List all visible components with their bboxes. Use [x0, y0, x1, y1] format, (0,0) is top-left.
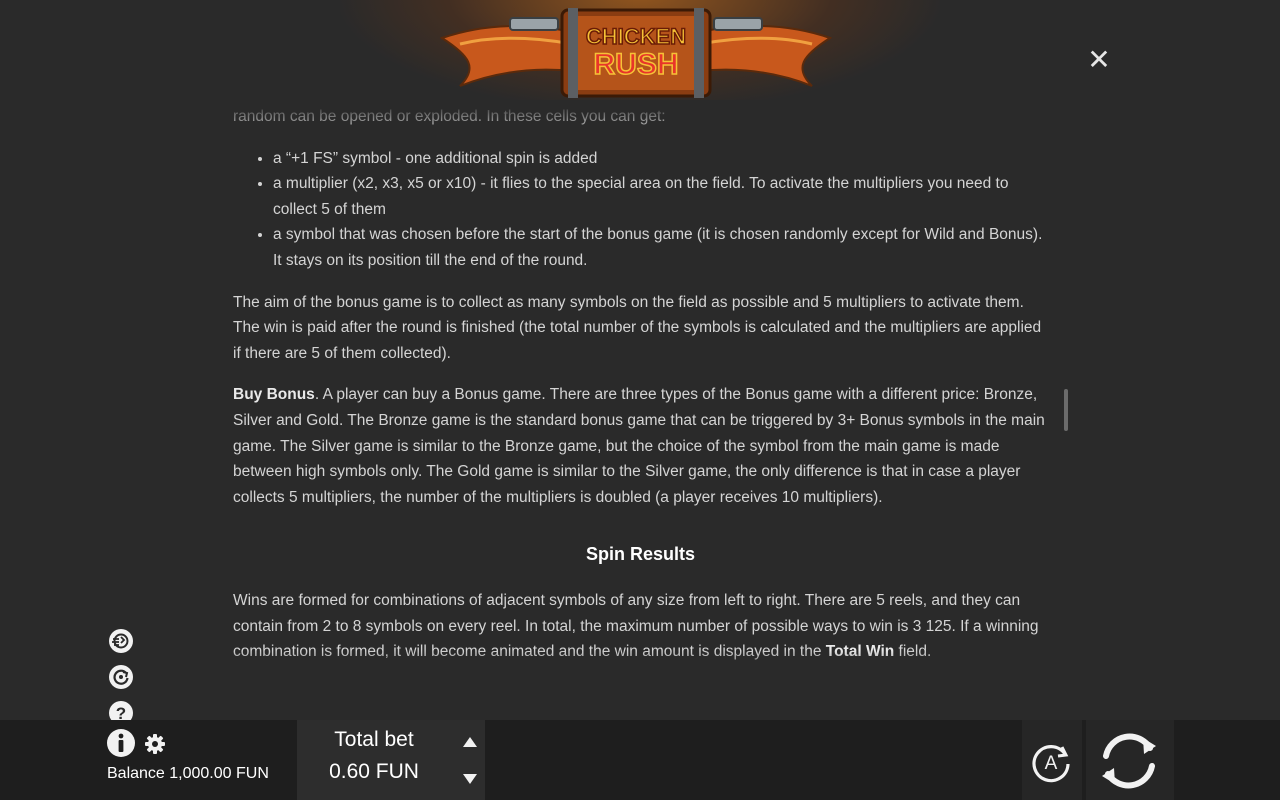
bonus-cells-list: a “+1 FS” symbol - one additional spin i…: [233, 146, 1048, 274]
arrow-down-icon: [463, 774, 477, 784]
intro-paragraph: random can be opened or exploded. In the…: [233, 108, 666, 125]
chicken-rush-logo: CHICKEN RUSH: [440, 8, 832, 98]
buy-bonus-text: . A player can buy a Bonus game. There a…: [233, 386, 1045, 506]
buy-bonus-title: Buy Bonus: [233, 386, 315, 404]
arrow-up-icon: [463, 737, 477, 747]
info-icon[interactable]: [106, 728, 136, 758]
bet-increase-button[interactable]: [456, 726, 484, 756]
list-item: a “+1 FS” symbol - one additional spin i…: [273, 146, 1048, 172]
spin-results-paragraph: Wins are formed for combinations of adja…: [233, 588, 1048, 665]
close-icon: ✕: [1087, 43, 1111, 76]
rules-content: random can be opened or exploded. In the…: [233, 104, 1048, 690]
autoplay-button[interactable]: A: [1027, 738, 1075, 786]
list-item: a multiplier (x2, x3, x5 or x10) - it fl…: [273, 171, 1048, 222]
list-item: a symbol that was chosen before the star…: [273, 222, 1048, 273]
scrollbar-thumb[interactable]: [1064, 389, 1068, 431]
gear-icon[interactable]: [144, 733, 166, 755]
autoplay-label: A: [1045, 753, 1058, 774]
logo-line2: RUSH: [593, 48, 678, 81]
spin-results-tail: field.: [894, 643, 932, 661]
bet-decrease-button[interactable]: [456, 765, 484, 795]
total-bet-label: Total bet: [334, 728, 414, 751]
total-win-label: Total Win: [825, 643, 895, 661]
total-bet-value: 0.60 FUN: [329, 760, 419, 783]
buy-bonus-paragraph: Buy Bonus. A player can buy a Bonus game…: [233, 382, 1048, 510]
turbo-spin-icon[interactable]: [108, 628, 134, 654]
close-button[interactable]: ✕: [1086, 46, 1112, 74]
aim-paragraph: The aim of the bonus game is to collect …: [233, 293, 1042, 362]
quick-spin-icon[interactable]: [108, 664, 134, 690]
logo-line1: CHICKEN: [586, 24, 686, 49]
spin-results-title: Spin Results: [585, 544, 696, 565]
balance-display: Balance 1,000.00 FUN: [107, 765, 269, 782]
spin-button[interactable]: [1094, 726, 1164, 796]
